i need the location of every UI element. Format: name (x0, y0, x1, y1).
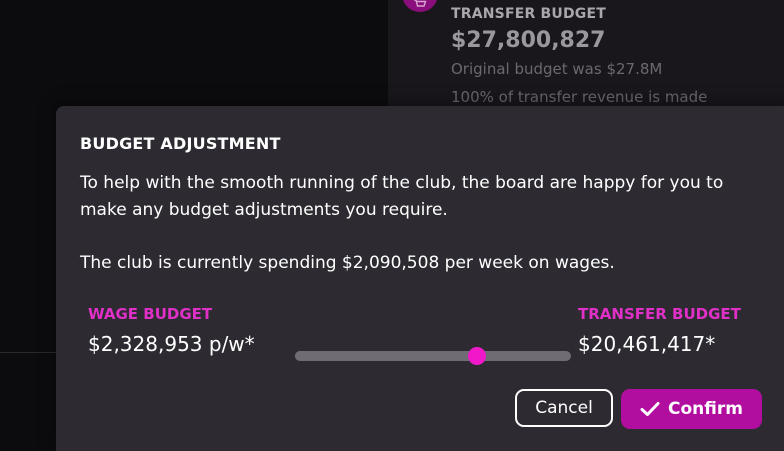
dialog-title: BUDGET ADJUSTMENT (80, 134, 281, 153)
background-transfer-budget-title: TRANSFER BUDGET (451, 6, 607, 22)
checkmark-icon (640, 401, 660, 417)
background-transfer-budget-value: $27,800,827 (451, 28, 606, 53)
dialog-wage-spending-text: The club is currently spending $2,090,50… (80, 253, 615, 273)
confirm-button-label: Confirm (668, 399, 743, 419)
background-revenue-note: 100% of transfer revenue is made (451, 88, 708, 106)
transfer-budget-label: TRANSFER BUDGET (578, 305, 741, 323)
dialog-body: To help with the smooth running of the c… (80, 170, 750, 277)
cancel-button-label: Cancel (535, 398, 593, 418)
budget-adjustment-dialog: BUDGET ADJUSTMENT To help with the smoot… (56, 106, 784, 451)
background-original-budget-note: Original budget was $27.8M (451, 60, 663, 78)
cancel-button[interactable]: Cancel (515, 389, 613, 427)
transfer-budget-value: $20,461,417* (578, 332, 716, 356)
slider-fill (295, 351, 478, 361)
wage-budget-label: WAGE BUDGET (88, 305, 213, 323)
dialog-intro-text: To help with the smooth running of the c… (80, 173, 724, 220)
budget-split-slider[interactable] (295, 344, 571, 368)
wage-budget-value: $2,328,953 p/w* (88, 332, 255, 356)
confirm-button[interactable]: Confirm (621, 389, 762, 429)
background-divider (0, 352, 56, 353)
slider-thumb[interactable] (468, 347, 487, 365)
